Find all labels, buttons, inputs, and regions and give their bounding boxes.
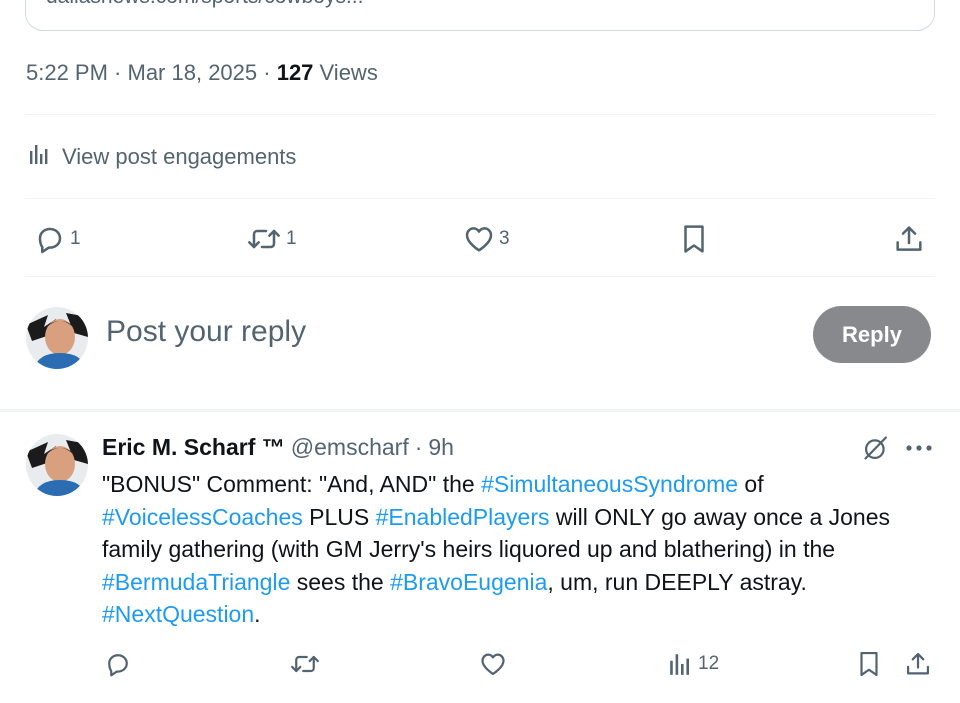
divider [25, 114, 935, 115]
share-action[interactable] [904, 644, 932, 684]
share-action[interactable] [893, 219, 925, 259]
link-card-url: dallasnews.com/sports/cowboys... [46, 0, 363, 9]
reply-action-bar: 12 [0, 644, 960, 684]
heart-icon [463, 223, 495, 255]
hashtag-link[interactable]: #BermudaTriangle [102, 569, 290, 595]
author-handle[interactable]: @emscharf [291, 434, 409, 461]
analytics-icon [28, 142, 52, 172]
share-icon [904, 650, 932, 678]
post-text-segment: "BONUS" Comment: "And, AND" the [102, 471, 482, 497]
post-text-segment: , um, run DEEPLY astray. [547, 568, 807, 595]
views-action[interactable]: 12 [668, 644, 719, 684]
analytics-icon [668, 651, 694, 677]
reply-icon [104, 650, 132, 678]
hashtag-link[interactable]: #EnabledPlayers [376, 504, 550, 530]
author-avatar[interactable] [26, 434, 88, 496]
repost-icon [289, 650, 321, 678]
reply-input[interactable]: Post your reply [106, 315, 306, 349]
section-divider [0, 409, 960, 412]
author-name[interactable]: Eric M. Scharf ™ [102, 434, 285, 461]
view-engagements-label: View post engagements [62, 144, 297, 169]
bookmark-action[interactable] [855, 644, 883, 684]
like-action[interactable] [479, 644, 507, 684]
main-action-bar: 1 1 3 [0, 219, 960, 259]
grok-action[interactable] [862, 434, 890, 467]
post-text-segment: . [254, 601, 261, 627]
reply-count: 1 [70, 228, 81, 249]
reply-button[interactable]: Reply [813, 306, 931, 363]
view-engagements-link[interactable]: View post engagements [28, 142, 296, 172]
meta-separator: · [257, 60, 277, 85]
reply-action[interactable]: 1 [34, 219, 81, 259]
repost-count: 1 [286, 228, 297, 249]
share-icon [893, 223, 925, 255]
hashtag-link[interactable]: #SimultaneousSyndrome [481, 471, 738, 497]
reply-action[interactable] [104, 644, 132, 684]
post-text-segment: sees the [290, 568, 391, 595]
header-separator: · [414, 434, 423, 460]
post-meta: 5:22 PM · Mar 18, 2025 · 127 Views [26, 60, 378, 86]
hashtag-link[interactable]: #BravoEugenia [390, 569, 547, 595]
repost-icon [246, 223, 282, 255]
reply-icon [34, 223, 66, 255]
user-avatar[interactable] [26, 307, 88, 369]
bookmark-action[interactable] [678, 219, 710, 259]
post-time[interactable]: 5:22 PM [26, 60, 108, 85]
hashtag-link[interactable]: #VoicelessCoaches [102, 504, 303, 530]
post-text: "BONUS" Comment: "And, AND" the #Simulta… [102, 468, 942, 631]
repost-action[interactable]: 1 [246, 219, 297, 259]
divider [25, 198, 935, 199]
repost-action[interactable] [289, 644, 321, 684]
more-options-button[interactable] [905, 438, 933, 463]
more-icon [905, 445, 933, 462]
like-action[interactable]: 3 [463, 219, 510, 259]
meta-separator: · [107, 60, 128, 85]
link-preview-card[interactable]: dallasnews.com/sports/cowboys... [25, 0, 935, 31]
bookmark-icon [855, 649, 883, 679]
post-text-segment: PLUS [302, 503, 376, 530]
like-count: 3 [499, 228, 510, 249]
views-label: Views [313, 60, 378, 85]
views-count: 12 [698, 653, 720, 674]
bookmark-icon [678, 222, 710, 256]
heart-icon [479, 650, 507, 678]
grok-icon [862, 436, 890, 466]
post-timestamp[interactable]: 9h [428, 434, 454, 461]
post-date[interactable]: Mar 18, 2025 [128, 60, 258, 85]
divider [25, 276, 935, 277]
views-count: 127 [276, 60, 314, 85]
post-header: Eric M. Scharf ™ @emscharf · 9h [102, 434, 454, 461]
post-text-segment: of [738, 471, 764, 497]
hashtag-link[interactable]: #NextQuestion [102, 601, 254, 627]
